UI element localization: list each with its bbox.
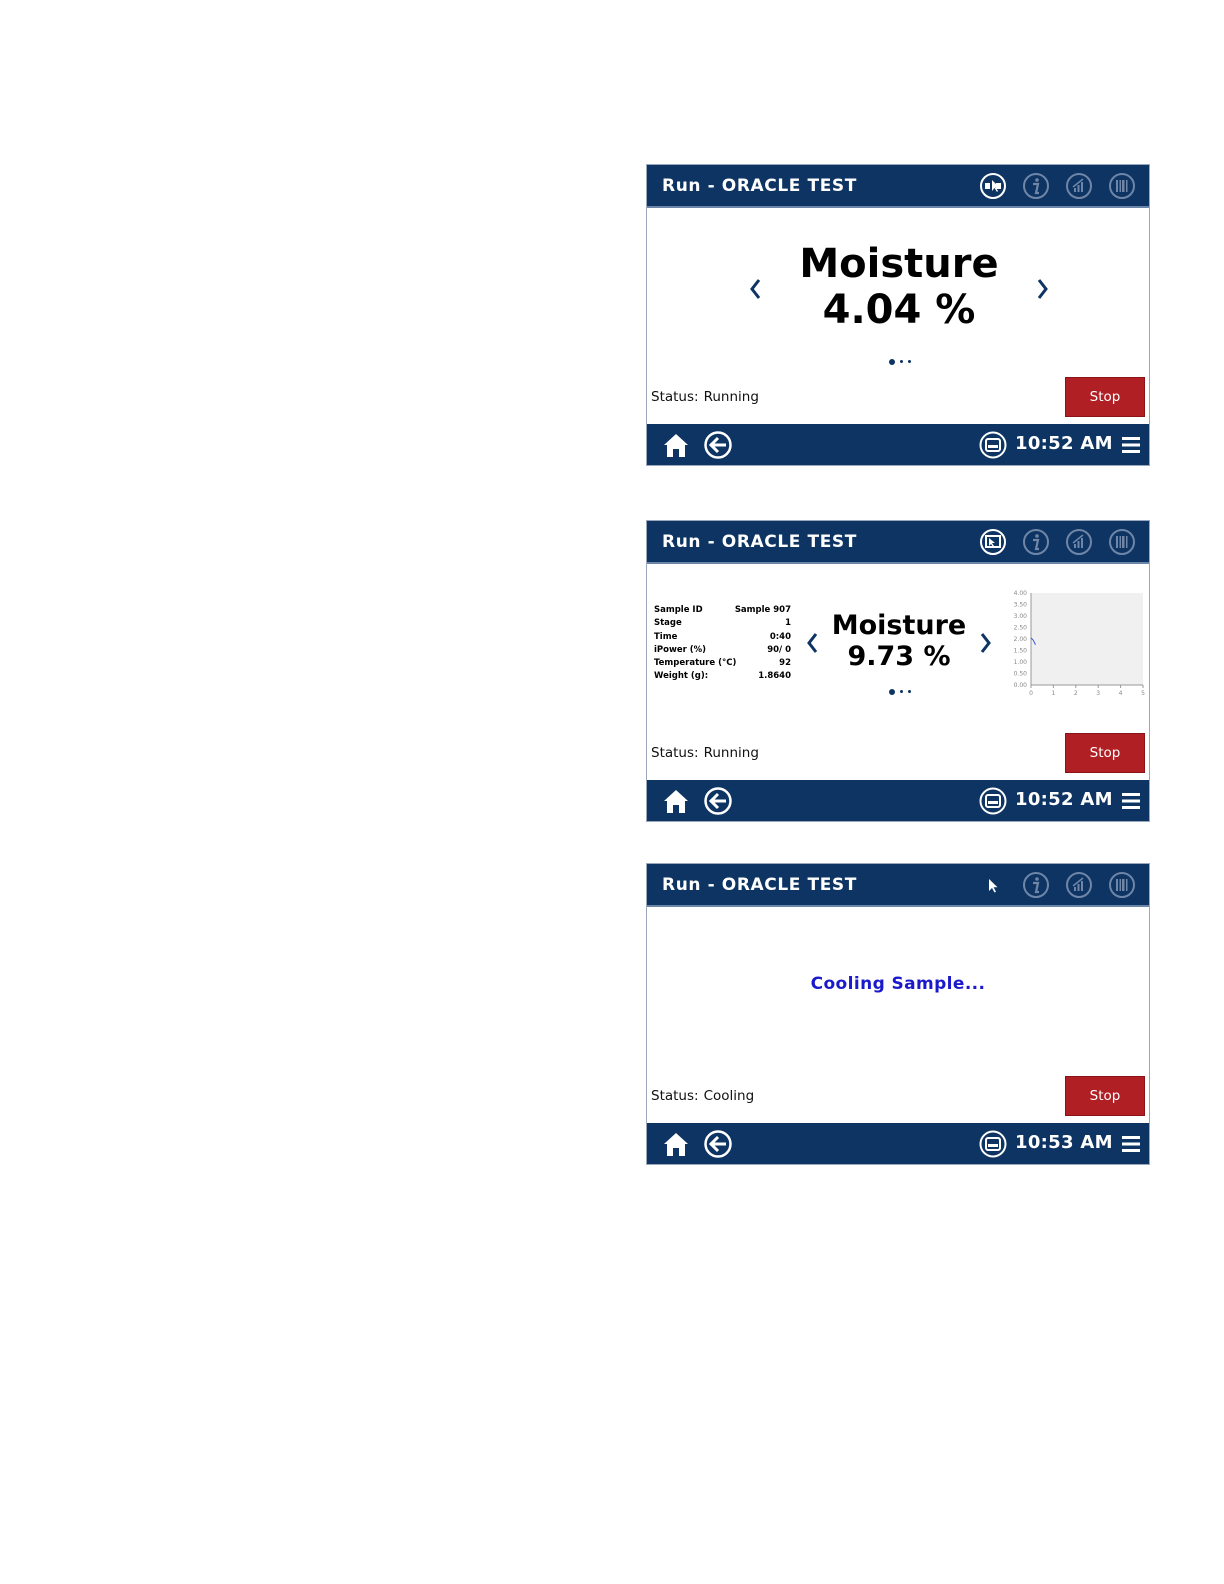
y-tick-label: 3.00	[1014, 613, 1028, 620]
footer-bar: 10:52 AM	[647, 780, 1149, 821]
home-icon[interactable]	[661, 786, 691, 816]
page-indicator[interactable]	[889, 681, 912, 695]
page-title: Run - ORACLE TEST	[662, 532, 857, 552]
status-value: Running	[703, 389, 759, 405]
measure-value: 9.73 %	[847, 641, 951, 672]
chart-icon[interactable]	[1065, 528, 1093, 556]
page-title: Run - ORACLE TEST	[662, 875, 857, 895]
chart-icon[interactable]	[1065, 871, 1093, 899]
stop-button[interactable]: Stop	[1065, 733, 1145, 773]
header-bar: Run - ORACLE TEST	[647, 521, 1149, 564]
detail-row: Sample ID Sample 907	[654, 605, 791, 615]
cooling-message: Cooling Sample...	[810, 974, 986, 994]
menu-icon[interactable]	[1117, 786, 1147, 816]
info-icon[interactable]	[1022, 528, 1050, 556]
footer-bar: 10:53 AM	[647, 1123, 1149, 1164]
run-screen-2: Run - ORACLE TEST Sample ID Sample 907 St…	[646, 520, 1150, 822]
detail-row: iPower (%) 90/ 0	[654, 644, 791, 655]
status-text: Status: Running	[651, 745, 759, 761]
plot-area	[1031, 593, 1143, 685]
previous-arrow-icon[interactable]	[804, 630, 822, 656]
run-screen-1: Run - ORACLE TEST Moisture 4.04 % Status…	[646, 164, 1150, 466]
menu-icon[interactable]	[1117, 1129, 1147, 1159]
status-text: Status: Running	[651, 389, 759, 405]
x-tick-label: 1	[1051, 690, 1055, 697]
status-text: Status: Cooling	[651, 1088, 755, 1104]
instrument-icon[interactable]	[978, 1129, 1008, 1159]
page-title: Run - ORACLE TEST	[662, 176, 857, 196]
x-tick-label: 0	[1029, 690, 1033, 697]
x-tick-label: 2	[1074, 690, 1078, 697]
detail-row: Weight (g): 1.8640	[654, 671, 791, 682]
measure-value: 4.04 %	[822, 287, 976, 333]
chart-icon[interactable]	[1065, 172, 1093, 200]
y-tick-label: 4.00	[1014, 590, 1028, 597]
back-icon[interactable]	[703, 786, 733, 816]
instrument-icon[interactable]	[978, 430, 1008, 460]
y-tick-label: 0.50	[1014, 671, 1028, 678]
y-tick-label: 1.00	[1014, 659, 1028, 666]
y-tick-label: 3.50	[1014, 602, 1028, 609]
measure-label: Moisture	[799, 241, 999, 287]
view-toggle-icon[interactable]	[979, 172, 1007, 200]
back-icon[interactable]	[703, 1129, 733, 1159]
y-tick-label: 1.50	[1014, 648, 1028, 655]
status-value: Running	[703, 745, 759, 761]
page-indicator[interactable]	[889, 351, 912, 365]
info-icon[interactable]	[1022, 871, 1050, 899]
x-tick-label: 3	[1096, 690, 1100, 697]
instrument-icon[interactable]	[978, 786, 1008, 816]
run-details-table: Sample ID Sample 907 Stage 1 Time 0:40 iPow…	[654, 604, 791, 684]
barcode-icon[interactable]	[1108, 871, 1136, 899]
info-icon[interactable]	[1022, 172, 1050, 200]
measure-label: Moisture	[831, 610, 967, 641]
y-tick-label: 2.50	[1014, 625, 1028, 632]
back-icon[interactable]	[703, 430, 733, 460]
cursor-icon	[979, 871, 1007, 899]
detail-row: Time 0:40	[654, 631, 791, 642]
next-arrow-icon[interactable]	[976, 630, 994, 656]
home-icon[interactable]	[661, 430, 691, 460]
previous-arrow-icon[interactable]	[747, 276, 765, 302]
header-bar: Run - ORACLE TEST	[647, 165, 1149, 208]
clock: 10:52 AM	[1015, 433, 1113, 454]
home-icon[interactable]	[661, 1129, 691, 1159]
x-tick-label: 4	[1119, 690, 1123, 697]
run-screen-3: Run - ORACLE TEST Cooling Sample... Stat…	[646, 863, 1150, 1165]
barcode-icon[interactable]	[1108, 528, 1136, 556]
stop-button[interactable]: Stop	[1065, 1076, 1145, 1116]
footer-bar: 10:52 AM	[647, 424, 1149, 465]
status-value: Cooling	[703, 1088, 755, 1104]
detail-row: Temperature (°C) 92	[654, 658, 791, 669]
clock: 10:52 AM	[1015, 789, 1113, 810]
header-bar: Run - ORACLE TEST	[647, 864, 1149, 907]
barcode-icon[interactable]	[1108, 172, 1136, 200]
menu-icon[interactable]	[1117, 430, 1147, 460]
next-arrow-icon[interactable]	[1033, 276, 1051, 302]
detail-row: Stage 1	[654, 618, 791, 629]
clock: 10:53 AM	[1015, 1132, 1113, 1153]
y-tick-label: 2.00	[1014, 636, 1028, 643]
y-tick-label: 0.00	[1014, 682, 1028, 689]
x-tick-label: 5	[1141, 690, 1145, 697]
view-toggle-icon[interactable]	[979, 528, 1007, 556]
stop-button[interactable]: Stop	[1065, 377, 1145, 417]
moisture-chart: 0.00 0.50 1.00 1.50 2.00 2.50 3.00 3.50 4.00 0 1 2 3…	[1014, 590, 1145, 697]
